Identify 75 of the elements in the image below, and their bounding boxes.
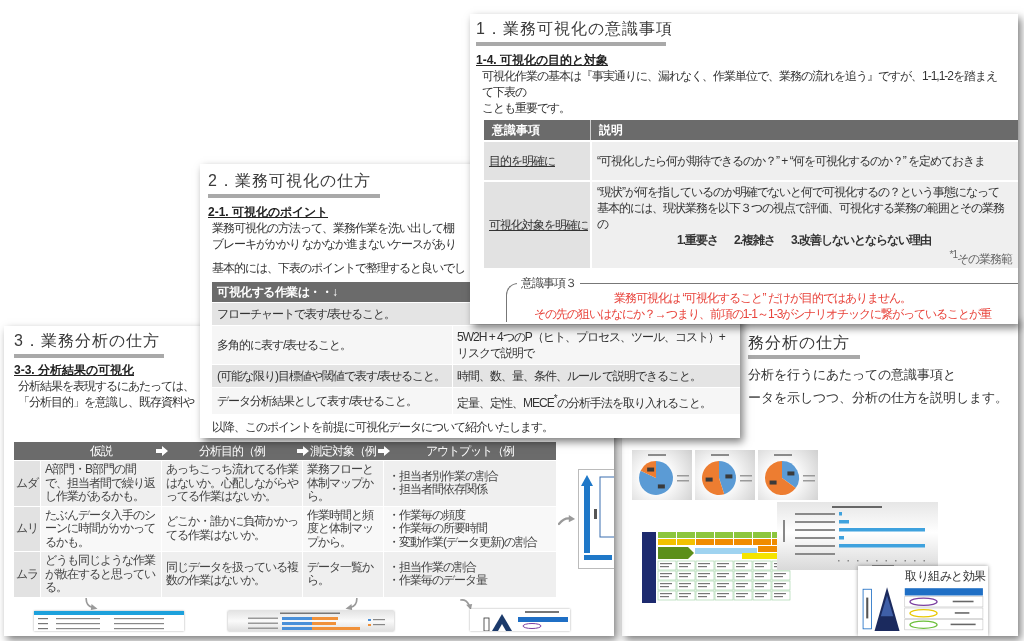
body-text: 分析を行うにあたっての意識事項と xyxy=(748,366,956,384)
table-cell: データ一覧から。 xyxy=(303,552,383,597)
table-cell: どうも同じような作業が散在すると思っている。 xyxy=(41,552,161,597)
cell-text: “現状”が何を指しているのか明確でないと何で可視化するの？という事態になって xyxy=(597,184,1000,200)
body-text: 基本的には、下表のポイントで整理すると良いでし xyxy=(212,260,465,276)
section-heading: 1-4. 可視化の目的と対象 xyxy=(476,52,608,68)
table-cell: ムラ xyxy=(14,552,40,597)
table-cell: 定量、定性、MECE$^{*}$の分析手法を取り入れること。 xyxy=(452,388,740,414)
pie-slice xyxy=(702,461,725,495)
table-cell: A部門・B部門の間で、担当者間で繰り返し作業があるかも。 xyxy=(41,461,161,506)
arrow-icon xyxy=(378,446,390,456)
callout-text: その先の狙いはなにか？→つまり、前項の1-1～1-3がシナリオチックに繋がっていることが重 xyxy=(533,306,992,322)
table-header-cell-text: 意識事項 xyxy=(491,122,541,139)
chart-bar xyxy=(839,520,849,524)
body-text: 以降、このポイントを前提に可視化データについて紹介いたします。 xyxy=(212,419,553,435)
body-text: 「分析目的」を意識し、既存資料や xyxy=(18,394,194,410)
table-cell: 作業時間と頻度と体制マップから。 xyxy=(303,506,383,551)
table-cell: 時間、数、量、条件、ルール で説明できること。 xyxy=(452,365,740,387)
arrow-icon xyxy=(297,446,309,456)
body-text: 可視化作業の基本は『事実通りに、漏れなく、作業単位で、業務の流れを追う』ですが、1-1,1-2を踏まえて下表の xyxy=(482,68,999,100)
viewpoint-label: 2.複雑さ xyxy=(734,232,776,248)
table-header-cell-text: 仮説 xyxy=(90,443,112,460)
list-item: ・作業毎のデータ量 xyxy=(388,574,487,588)
page-title: 2．業務可視化の仕方 xyxy=(208,171,371,191)
table-header-cell-text: 測定対象（例 xyxy=(310,443,376,460)
page-title: 3．業務分析の仕方 xyxy=(14,331,160,351)
page-title: 1．業務可視化の意識事項 xyxy=(476,19,673,39)
table-header-cell: 説明 xyxy=(590,120,1018,140)
table-cell-text: データ分析結果として表す/表せること。 xyxy=(216,393,419,410)
section-heading: 2-1. 可視化のポイント xyxy=(208,204,328,220)
cell-text: “可視化したら何が期待できるのか？” + “何を可視化するのか？” を定めておきま xyxy=(597,153,986,169)
table-header-cell-text: アウトプット（例 xyxy=(426,443,514,460)
table-cell: 同じデータを扱っている複数の作業はないか。 xyxy=(162,552,302,597)
callout-legend: 意識事項３ xyxy=(517,276,580,290)
table-cell: あっちこっち流れてる作業はないか。心配しながらやってる作業はないか。 xyxy=(162,461,302,506)
body-text: ータを示しつつ、分析の仕方を説明します。 xyxy=(748,389,1008,407)
cell-text: 基本的には、現状業務を以下３つの視点で評価、可視化する業務の範囲とその業務の xyxy=(597,200,1005,232)
curved-arrow-icon xyxy=(344,597,359,610)
table-cell: ムリ xyxy=(14,506,40,551)
arrow-icon xyxy=(156,446,168,456)
body-text: 分析結果を表現するにあたっては、 xyxy=(18,378,194,394)
body-text: ブレーキがかかり なかなか進まないケースがあり xyxy=(212,236,457,252)
table-header-cell-text: 分析目的（例 xyxy=(199,443,265,460)
callout-text: 業務可視化は “可視化すること” だけが目的ではありません。 xyxy=(614,290,911,306)
viewpoint-label: 3.改善しないとならない理由 xyxy=(791,232,932,248)
list-item: ・担当者間依存関係 xyxy=(388,483,487,497)
thumbnail-title: 取り組みと効果 xyxy=(905,568,986,584)
table-header-cell-text: 可視化する作業は・・↓ xyxy=(216,284,339,301)
table-cell: 可視化対象を明確に xyxy=(484,182,590,268)
body-text: ことも重要です。 xyxy=(482,100,571,116)
curved-arrow-icon xyxy=(460,597,475,610)
list-item: ・作業毎の頻度 xyxy=(388,508,465,522)
section-heading: 3-3. 分析結果の可視化 xyxy=(14,362,134,378)
table-cell: 5W2H + 4つのP（ヒト、プロセス、ツール、コスト）+ リスクで説明で xyxy=(452,326,740,364)
viewpoint-label: 1.重要さ xyxy=(677,232,718,248)
table-cell-text: 多角的に表す/表せること。 xyxy=(216,337,353,354)
table-cell-text: (可能な限り)目標値や閾値で表す/表せること。 xyxy=(216,368,447,385)
list-item: ・作業毎の所要時間 xyxy=(388,522,487,536)
chart-bar xyxy=(839,512,842,516)
table-cell: ムダ xyxy=(14,461,40,506)
table-cell: たぶんデータ入手のシーンに時間がかかってるかも。 xyxy=(41,506,161,551)
table-cell-text: フローチャートで表す/表せること。 xyxy=(216,306,397,323)
curved-arrow-icon xyxy=(84,597,99,610)
chart-bar xyxy=(839,536,844,540)
table-cell: 目的を明確に xyxy=(484,142,590,180)
pie-slice xyxy=(719,461,736,495)
table-cell: 業務フローと体制マップから。 xyxy=(303,461,383,506)
page-title: 務分析の仕方 xyxy=(748,333,850,353)
list-item: ・担当作業の割合 xyxy=(388,560,476,574)
list-item: ・担当者別作業の割合 xyxy=(388,469,498,483)
table-cell: どこか・誰かに負荷かかってる作業はないか。 xyxy=(162,506,302,551)
footnote: $^{*1}$その業務範 xyxy=(949,248,1012,266)
list-item: ・変動作業(データ更新)の割合 xyxy=(388,535,537,549)
body-text: 業務可視化の方法って、業務作業を洗い出して棚 xyxy=(212,220,454,236)
curved-arrow-icon xyxy=(558,512,576,526)
